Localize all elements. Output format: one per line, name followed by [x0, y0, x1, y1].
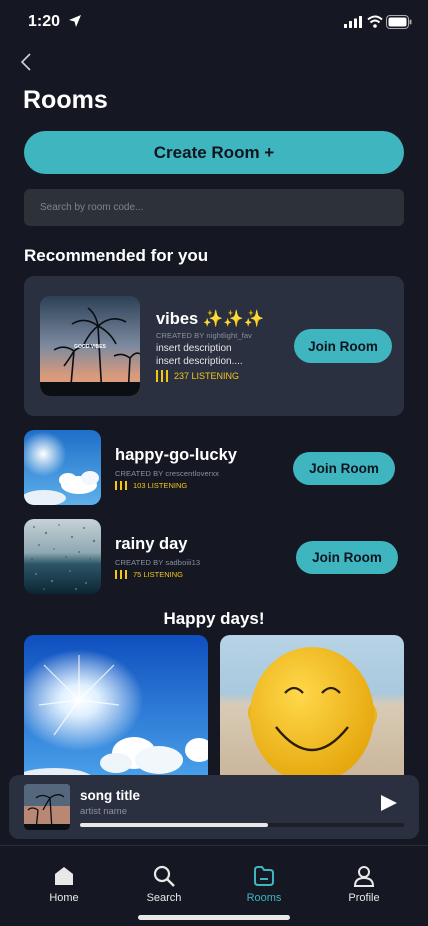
- room-description-line: insert description: [156, 343, 232, 354]
- status-bar: 1:20: [0, 0, 428, 46]
- tab-label: Search: [146, 892, 182, 904]
- thumb-caption: GOOD VIBES: [74, 344, 106, 350]
- listening-label: 75 LISTENING: [133, 570, 184, 579]
- room-creator: CREATED BY nightlight_fav: [156, 331, 253, 340]
- listening-label: 237 LISTENING: [174, 371, 240, 381]
- now-playing-title: song title: [80, 788, 140, 803]
- tab-label: Rooms: [246, 892, 282, 904]
- listening-count: 237 LISTENING: [156, 370, 239, 382]
- room-thumbnail-rain[interactable]: [24, 519, 101, 594]
- room-description: insert description insert description...…: [156, 342, 243, 368]
- wifi-icon: [367, 15, 383, 28]
- back-chevron-icon[interactable]: [18, 52, 36, 72]
- room-thumbnail-palm-trees: GOOD VIBES: [40, 296, 140, 396]
- play-icon[interactable]: [379, 794, 399, 812]
- page-title: Rooms: [23, 86, 108, 114]
- tab-home[interactable]: Home: [24, 864, 104, 904]
- home-indicator: [138, 915, 290, 920]
- tab-profile[interactable]: Profile: [324, 864, 404, 904]
- cellular-signal-icon: [344, 16, 362, 28]
- room-thumbnail-sky[interactable]: [24, 430, 101, 505]
- join-room-button[interactable]: Join Room: [294, 329, 392, 363]
- search-room-code-field[interactable]: [24, 189, 404, 226]
- equalizer-icon: [115, 570, 127, 579]
- tab-rooms[interactable]: Rooms: [224, 864, 304, 904]
- join-room-button[interactable]: Join Room: [293, 452, 395, 485]
- equalizer-icon: [115, 481, 127, 490]
- recommended-heading: Recommended for you: [24, 246, 209, 265]
- playback-progress-bar[interactable]: [80, 823, 404, 827]
- happy-days-tile-smiley[interactable]: [220, 635, 404, 780]
- status-time: 1:20: [28, 13, 61, 30]
- tab-label: Profile: [348, 892, 380, 904]
- room-name: vibes ✨✨✨: [156, 310, 265, 328]
- rooms-icon: [254, 866, 274, 886]
- equalizer-icon: [156, 370, 168, 382]
- now-playing-artwork: [24, 784, 70, 830]
- tab-search[interactable]: Search: [124, 864, 204, 904]
- happy-days-tile-sun[interactable]: [24, 635, 208, 780]
- search-icon: [153, 865, 175, 887]
- now-playing-artist: artist name: [80, 806, 127, 817]
- search-input[interactable]: [40, 202, 404, 213]
- location-arrow-icon: [69, 15, 81, 27]
- battery-icon: [386, 15, 412, 29]
- room-creator: CREATED BY sadboiii13: [115, 558, 201, 567]
- mini-player[interactable]: song title artist name: [9, 775, 419, 839]
- listening-label: 103 LISTENING: [133, 481, 188, 490]
- happy-days-heading: Happy days!: [163, 609, 265, 628]
- tab-bar: Home Search Rooms Profile: [0, 845, 428, 926]
- playback-progress-fill: [80, 823, 268, 827]
- listening-count: 103 LISTENING: [115, 481, 187, 490]
- profile-icon: [353, 866, 375, 887]
- room-name: rainy day: [115, 535, 188, 553]
- room-description-line: insert description....: [156, 356, 243, 367]
- create-room-button[interactable]: Create Room +: [24, 131, 404, 174]
- room-creator: CREATED BY crescentloverxx: [115, 469, 220, 478]
- featured-room-card[interactable]: GOOD VIBES vibes ✨✨✨ CREATED BY nightlig…: [24, 276, 404, 416]
- tab-label: Home: [49, 892, 79, 904]
- join-room-button[interactable]: Join Room: [296, 541, 398, 574]
- room-name: happy-go-lucky: [115, 446, 237, 464]
- listening-count: 75 LISTENING: [115, 570, 183, 579]
- home-icon: [55, 867, 73, 885]
